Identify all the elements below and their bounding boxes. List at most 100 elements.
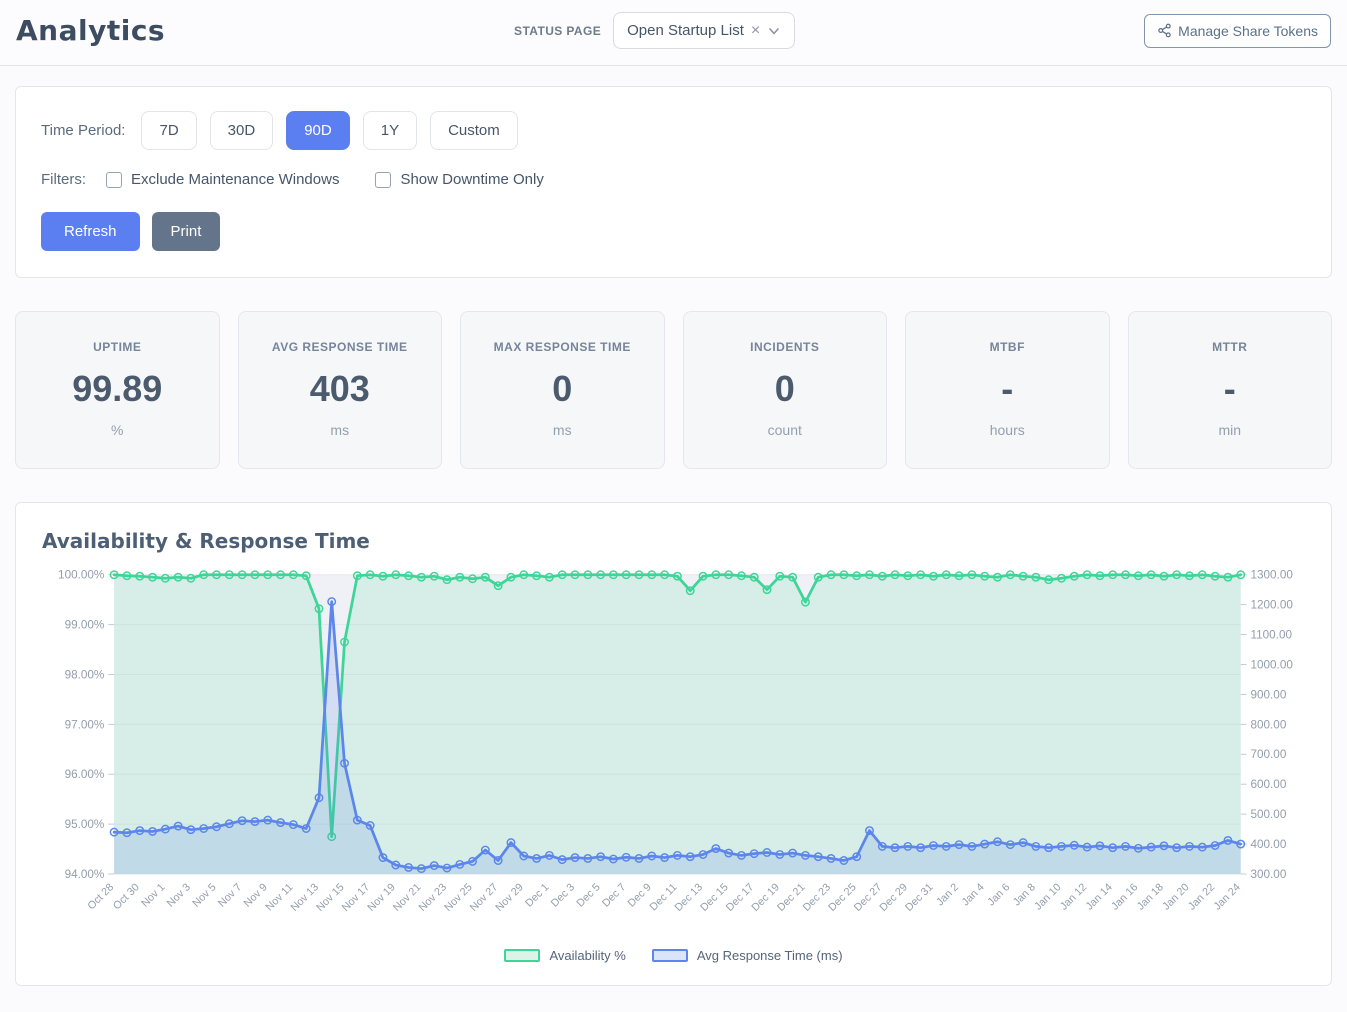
svg-text:Jan 12: Jan 12	[1058, 881, 1089, 912]
y-axis-right: 1300.001200.001100.001000.00900.00800.00…	[1241, 569, 1294, 881]
svg-text:Nov 19: Nov 19	[365, 881, 398, 914]
time-period-label: Time Period:	[41, 122, 125, 139]
svg-text:Jan 22: Jan 22	[1186, 881, 1217, 912]
svg-text:Jan 18: Jan 18	[1135, 881, 1166, 912]
stat-card-mtbf: MTBF - hours	[905, 311, 1110, 469]
page-title: Analytics	[16, 14, 165, 47]
svg-text:300.00: 300.00	[1250, 868, 1286, 881]
svg-text:700.00: 700.00	[1250, 748, 1286, 761]
stat-value: 0	[469, 368, 656, 410]
stat-card-avg-response-time: AVG RESPONSE TIME 403 ms	[238, 311, 443, 469]
svg-text:Nov 23: Nov 23	[417, 881, 450, 914]
svg-text:Jan 2: Jan 2	[934, 881, 961, 908]
time-period-button-30d[interactable]: 30D	[210, 111, 274, 150]
svg-text:1100.00: 1100.00	[1250, 628, 1292, 641]
filters-label: Filters:	[41, 171, 86, 188]
svg-text:1200.00: 1200.00	[1250, 599, 1293, 612]
svg-text:Nov 17: Nov 17	[340, 881, 373, 914]
time-period-button-1y[interactable]: 1Y	[363, 111, 417, 150]
svg-text:Nov 5: Nov 5	[190, 881, 218, 909]
controls-panel: Time Period: 7D 30D 90D 1Y Custom Filter…	[15, 86, 1332, 278]
svg-text:800.00: 800.00	[1250, 718, 1286, 731]
svg-text:Nov 7: Nov 7	[216, 881, 244, 909]
svg-text:Jan 6: Jan 6	[985, 881, 1012, 908]
svg-text:Dec 29: Dec 29	[877, 881, 910, 914]
exclude-maintenance-checkbox-group[interactable]: Exclude Maintenance Windows	[106, 171, 339, 188]
share-icon	[1157, 23, 1172, 38]
stat-unit: hours	[914, 422, 1101, 438]
stat-card-mttr: MTTR - min	[1128, 311, 1333, 469]
status-page-label: STATUS PAGE	[514, 24, 601, 38]
svg-text:Dec 27: Dec 27	[852, 881, 885, 914]
time-period-button-custom[interactable]: Custom	[430, 111, 518, 150]
status-page-select[interactable]: Open Startup List ×	[613, 12, 795, 49]
response-time-legend-label: Avg Response Time (ms)	[697, 948, 843, 963]
exclude-maintenance-label: Exclude Maintenance Windows	[131, 171, 339, 188]
stats-row: UPTIME 99.89 % AVG RESPONSE TIME 403 ms …	[15, 311, 1332, 469]
stat-unit: count	[692, 422, 879, 438]
svg-text:Dec 25: Dec 25	[826, 881, 859, 914]
svg-text:94.00%: 94.00%	[65, 868, 105, 881]
manage-share-tokens-label: Manage Share Tokens	[1178, 23, 1318, 39]
stat-unit: ms	[469, 422, 656, 438]
svg-text:1300.00: 1300.00	[1250, 569, 1293, 582]
chart-legend: Availability % Avg Response Time (ms)	[30, 946, 1317, 971]
stat-label: INCIDENTS	[692, 340, 879, 354]
clear-selection-icon[interactable]: ×	[751, 23, 760, 39]
stat-value: -	[914, 368, 1101, 410]
svg-text:Jan 16: Jan 16	[1109, 881, 1140, 912]
legend-item-availability: Availability %	[504, 948, 625, 963]
refresh-button[interactable]: Refresh	[41, 212, 140, 251]
svg-text:97.00%: 97.00%	[65, 718, 105, 731]
svg-text:99.00%: 99.00%	[65, 619, 105, 632]
time-period-button-7d[interactable]: 7D	[141, 111, 196, 150]
exclude-maintenance-checkbox[interactable]	[106, 172, 122, 188]
availability-chart-card: Availability & Response Time 100.00%99.0…	[15, 502, 1332, 986]
stat-card-max-response-time: MAX RESPONSE TIME 0 ms	[460, 311, 665, 469]
x-axis-labels: Oct 28Oct 30Nov 1Nov 3Nov 5Nov 7Nov 9Nov…	[85, 881, 1242, 914]
chevron-down-icon[interactable]	[767, 24, 781, 38]
print-button[interactable]: Print	[152, 212, 221, 251]
svg-text:Dec 1: Dec 1	[523, 881, 551, 909]
svg-text:500.00: 500.00	[1250, 808, 1286, 821]
stat-unit: min	[1137, 422, 1324, 438]
svg-text:Nov 3: Nov 3	[165, 881, 193, 909]
availability-legend-swatch	[504, 949, 540, 962]
svg-text:Dec 15: Dec 15	[698, 881, 731, 914]
svg-text:Dec 23: Dec 23	[801, 881, 834, 914]
svg-text:Nov 13: Nov 13	[288, 881, 321, 914]
show-downtime-checkbox[interactable]	[375, 172, 391, 188]
svg-text:Jan 20: Jan 20	[1160, 881, 1191, 912]
stat-label: MAX RESPONSE TIME	[469, 340, 656, 354]
stat-label: UPTIME	[24, 340, 211, 354]
time-period-button-90d[interactable]: 90D	[286, 111, 350, 150]
stat-unit: %	[24, 422, 211, 438]
legend-item-response-time: Avg Response Time (ms)	[652, 948, 843, 963]
svg-text:Dec 17: Dec 17	[724, 881, 757, 914]
svg-text:95.00%: 95.00%	[65, 818, 105, 831]
show-downtime-checkbox-group[interactable]: Show Downtime Only	[375, 171, 543, 188]
svg-text:96.00%: 96.00%	[65, 768, 105, 781]
svg-text:Jan 14: Jan 14	[1084, 881, 1115, 912]
svg-text:Oct 28: Oct 28	[85, 881, 116, 912]
svg-text:Dec 21: Dec 21	[775, 881, 808, 914]
svg-text:Nov 25: Nov 25	[442, 881, 475, 914]
chart-title: Availability & Response Time	[42, 529, 1317, 553]
show-downtime-label: Show Downtime Only	[400, 171, 543, 188]
svg-text:Nov 15: Nov 15	[314, 881, 347, 914]
stat-value: 99.89	[24, 368, 211, 410]
svg-text:98.00%: 98.00%	[65, 668, 105, 681]
stat-value: 403	[247, 368, 434, 410]
svg-text:Dec 3: Dec 3	[549, 881, 577, 909]
stat-value: 0	[692, 368, 879, 410]
svg-text:Nov 29: Nov 29	[493, 881, 526, 914]
chart-canvas: 100.00%99.00%98.00%97.00%96.00%95.00%94.…	[30, 563, 1317, 946]
y-axis-left: 100.00%99.00%98.00%97.00%96.00%95.00%94.…	[58, 569, 114, 881]
svg-text:Jan 24: Jan 24	[1212, 881, 1243, 912]
manage-share-tokens-button[interactable]: Manage Share Tokens	[1144, 14, 1331, 48]
svg-text:Dec 7: Dec 7	[600, 881, 628, 909]
stat-label: MTBF	[914, 340, 1101, 354]
svg-text:Dec 19: Dec 19	[749, 881, 782, 914]
svg-text:Nov 27: Nov 27	[468, 881, 501, 914]
stat-card-incidents: INCIDENTS 0 count	[683, 311, 888, 469]
